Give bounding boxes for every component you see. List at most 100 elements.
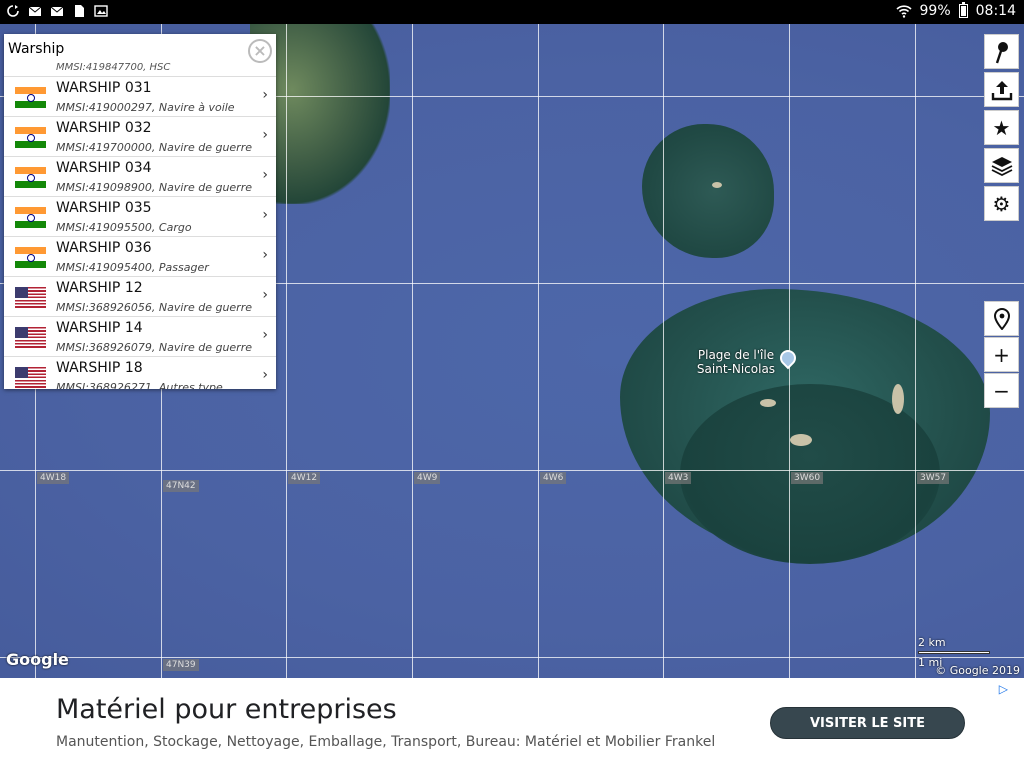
grid-label: 3W60 [791,472,824,484]
list-item-partial: MMSI:419847700, HSC [56,62,171,73]
mail-icon [50,6,64,16]
layers-icon [991,156,1012,176]
grid-label: 4W12 [288,472,321,484]
google-logo: Google [6,650,69,669]
vessel-name: WARSHIP 12 [56,280,143,296]
gear-icon: ⚙ [992,191,1011,216]
grid-line [915,24,916,678]
vessel-details: MMSI:368926271, Autres type [56,381,223,389]
vessel-name: WARSHIP 036 [56,240,152,256]
zoom-out-button[interactable]: − [984,373,1019,408]
vessel-details: MMSI:419000297, Navire à voile [56,101,235,114]
vessel-details: MMSI:419095500, Cargo [56,221,192,234]
results-list: WARSHIP 031 MMSI:419000297, Navire à voi… [4,76,276,389]
list-item[interactable]: WARSHIP 18 MMSI:368926271, Autres type › [4,356,276,389]
visit-site-button[interactable]: VISITER LE SITE [770,707,965,739]
share-button[interactable] [984,72,1019,107]
image-icon [94,5,108,17]
islet [892,384,904,414]
grid-label: 4W18 [37,472,70,484]
vessel-name: WARSHIP 035 [56,200,152,216]
clear-search-button[interactable]: × [248,39,272,63]
grid-label: 4W3 [665,472,692,484]
grid-line [286,24,287,678]
poi-label-line: Saint-Nicolas [696,362,776,376]
zoom-in-button[interactable]: + [984,337,1019,372]
poi-label[interactable]: Plage de l'île Saint-Nicolas [686,348,786,376]
vessel-name: WARSHIP 032 [56,120,152,136]
battery-percent: 99% [919,3,951,19]
vessel-name: WARSHIP 18 [56,360,143,376]
chevron-right-icon: › [262,87,268,103]
grid-line [412,24,413,678]
india-flag-icon [15,167,46,188]
ad-text: Manutention, Stockage, Nettoyage, Emball… [56,734,716,750]
list-item[interactable]: WARSHIP 031 MMSI:419000297, Navire à voi… [4,76,276,116]
islet [760,399,776,407]
clock: 08:14 [975,3,1016,19]
ad-choices-icon[interactable]: ▷ [999,682,1008,696]
list-item[interactable]: WARSHIP 032 MMSI:419700000, Navire de gu… [4,116,276,156]
grid-line [663,24,664,678]
my-location-button[interactable] [984,301,1019,336]
scale-km: 2 km [918,636,946,649]
vessel-details: MMSI:419700000, Navire de guerre [56,141,252,154]
usa-flag-icon [15,367,46,388]
india-flag-icon [15,127,46,148]
list-item[interactable]: WARSHIP 035 MMSI:419095500, Cargo › [4,196,276,236]
battery-icon [958,2,968,18]
vessel-name: WARSHIP 034 [56,160,152,176]
pin-button[interactable] [984,34,1019,69]
chevron-right-icon: › [262,327,268,343]
share-icon [991,80,1012,100]
search-panel: × MMSI:419847700, HSC WARSHIP 031 MMSI:4… [4,34,276,389]
close-icon: × [253,41,267,60]
grid-label: 47N39 [163,659,199,671]
map-copyright: © Google 2019 [935,664,1020,677]
chevron-right-icon: › [262,287,268,303]
vessel-details: MMSI:419095400, Passager [56,261,209,274]
india-flag-icon [15,247,46,268]
list-item[interactable]: WARSHIP 14 MMSI:368926079, Navire de gue… [4,316,276,356]
usa-flag-icon [15,327,46,348]
sim-icon [75,5,84,17]
chevron-right-icon: › [262,367,268,383]
grid-label: 4W6 [540,472,567,484]
pin-icon [995,41,1008,63]
ad-title[interactable]: Matériel pour entreprises [56,694,397,725]
favorites-button[interactable]: ★ [984,110,1019,145]
settings-button[interactable]: ⚙ [984,186,1019,221]
island [642,124,774,258]
vessel-name: WARSHIP 031 [56,80,152,96]
status-bar: 99% 08:14 [0,0,1024,24]
grid-line [0,657,1024,658]
india-flag-icon [15,87,46,108]
layers-button[interactable] [984,148,1019,183]
poi-label-line: Plage de l'île [697,348,775,362]
islet [790,434,812,446]
grid-line [0,470,1024,471]
vessel-details: MMSI:419098900, Navire de guerre [56,181,252,194]
list-item[interactable]: WARSHIP 034 MMSI:419098900, Navire de gu… [4,156,276,196]
scale-line [918,651,990,654]
usa-flag-icon [15,287,46,308]
star-icon: ★ [992,115,1011,140]
vessel-name: WARSHIP 14 [56,320,143,336]
grid-label: 4W9 [414,472,441,484]
mail-icon [28,6,42,16]
chevron-right-icon: › [262,207,268,223]
wifi-icon [895,5,912,18]
grid-line [538,24,539,678]
ad-banner[interactable]: Matériel pour entreprises Manutention, S… [0,678,1024,768]
chevron-right-icon: › [262,167,268,183]
list-item[interactable]: WARSHIP 12 MMSI:368926056, Navire de gue… [4,276,276,316]
vessel-details: MMSI:368926079, Navire de guerre [56,341,252,354]
list-item[interactable]: WARSHIP 036 MMSI:419095400, Passager › [4,236,276,276]
grid-label: 3W57 [917,472,950,484]
islet [712,182,722,188]
india-flag-icon [15,207,46,228]
grid-label: 47N42 [163,480,199,492]
chevron-right-icon: › [262,127,268,143]
locate-icon [993,307,1010,330]
search-input[interactable] [4,34,252,64]
